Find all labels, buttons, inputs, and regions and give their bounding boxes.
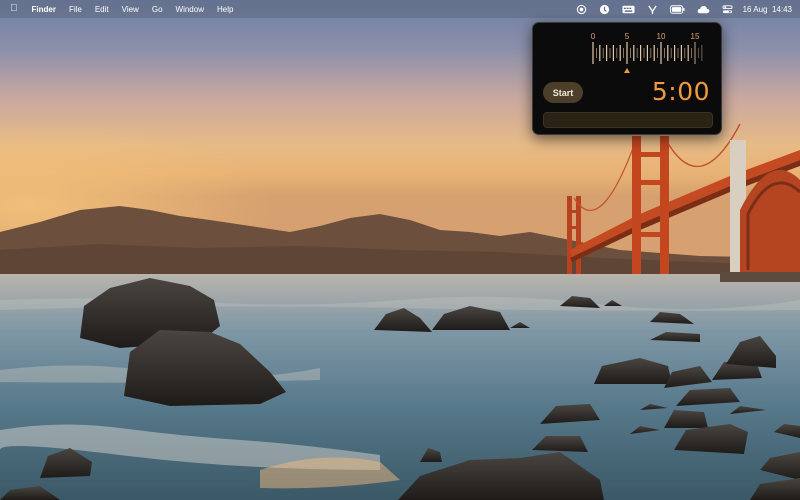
dial-tick: [612, 45, 614, 61]
dial-tick: [694, 42, 696, 64]
timer-dial[interactable]: 0 5 10 15: [587, 29, 713, 83]
dial-tick: [599, 45, 601, 61]
menu-view[interactable]: View: [122, 5, 139, 14]
dial-tick: [626, 42, 628, 64]
dial-subtick: [691, 48, 692, 58]
apple-logo-icon[interactable]: : [10, 0, 18, 18]
battery-icon[interactable]: [669, 4, 685, 15]
menu-bar-status: 16 Aug 14:43: [564, 0, 792, 18]
dial-subtick: [630, 48, 631, 58]
dial-label-10: 10: [656, 32, 666, 41]
menu-help[interactable]: Help: [217, 5, 233, 14]
dial-tick: [619, 45, 621, 61]
timer-label-input[interactable]: [543, 112, 713, 128]
menu-app-name[interactable]: Finder: [32, 5, 56, 14]
menu-edit[interactable]: Edit: [95, 5, 109, 14]
dial-tick: [660, 42, 662, 64]
dial-subtick: [623, 48, 624, 58]
dial-subtick: [657, 48, 658, 58]
menu-bar-time: 14:43: [771, 4, 792, 14]
dial-subtick: [596, 48, 597, 58]
dial-subtick: [677, 48, 679, 58]
dial-tick: [592, 42, 594, 64]
dial-tick: [633, 45, 635, 61]
timer-widget: 0 5 10 15 Start 5:00: [532, 22, 722, 135]
dial-subtick: [670, 48, 672, 58]
dial-tick: [667, 45, 669, 61]
keyboard-icon[interactable]: [622, 4, 635, 15]
dial-subtick: [650, 48, 652, 58]
stage-manager-icon[interactable]: [647, 4, 658, 15]
menu-bar:  Finder File Edit View Go Window Help: [0, 0, 800, 18]
dial-subtick: [643, 48, 645, 58]
time-display: 5:00: [651, 77, 710, 106]
dial-subtick: [664, 48, 665, 58]
menu-file[interactable]: File: [69, 5, 82, 14]
dial-tick: [653, 45, 655, 61]
menu-go[interactable]: Go: [152, 5, 163, 14]
dial-tick: [680, 45, 682, 61]
focus-icon[interactable]: [576, 4, 587, 15]
start-button[interactable]: Start: [543, 82, 583, 103]
dial-label-15: 15: [690, 32, 700, 41]
dial-pointer: [624, 68, 630, 73]
dial-subtick: [609, 48, 611, 58]
dial-subtick: [684, 48, 686, 58]
dial-subtick: [636, 48, 638, 58]
menu-bar-date: 16 Aug: [742, 4, 768, 14]
dial-tick: [687, 45, 689, 61]
dial-label-0: 0: [590, 32, 596, 41]
dial-tick: [701, 45, 703, 61]
moon-icon[interactable]: [599, 4, 610, 15]
dial-tick: [646, 45, 648, 61]
menu-bar-clock[interactable]: 16 Aug 14:43: [743, 5, 792, 14]
icloud-icon[interactable]: [697, 4, 710, 15]
dial-tick: [674, 45, 676, 61]
dial-label-5: 5: [624, 32, 630, 41]
dial-subtick: [616, 48, 618, 58]
dial-tick: [606, 45, 608, 61]
dial-subtick: [602, 48, 604, 58]
control-center-icon[interactable]: [722, 4, 733, 15]
dial-tick: [640, 45, 642, 61]
menu-bar-left:  Finder File Edit View Go Window Help: [10, 0, 246, 18]
dial-subtick: [698, 48, 699, 58]
menu-window[interactable]: Window: [176, 5, 204, 14]
